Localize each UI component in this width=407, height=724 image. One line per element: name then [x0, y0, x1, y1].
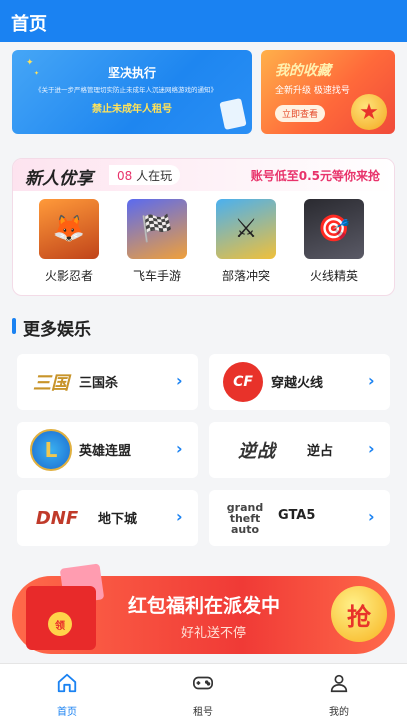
- tab-label: 租号: [193, 707, 213, 718]
- naruto-icon: 🦊: [39, 199, 99, 259]
- section-bar: [12, 318, 16, 334]
- clash-icon: ⚔: [216, 199, 276, 259]
- chevron-right-icon: ›: [368, 439, 375, 458]
- notice-warning: 禁止未成年人租号: [92, 104, 172, 115]
- item-name: 三国杀: [79, 376, 119, 391]
- tab-label: 我的: [329, 707, 349, 718]
- notice-banner[interactable]: ✦ ✦ 坚决执行 《关于进一步严格管理切实防止未成年人沉迷网络游戏的通知》 禁止…: [12, 50, 252, 134]
- game-name: 部落冲突: [221, 269, 270, 283]
- page-title: 首页: [11, 14, 47, 35]
- item-lol[interactable]: L 英雄连盟 ›: [17, 422, 198, 478]
- game-item-naruto[interactable]: 🦊 火影忍者: [29, 199, 109, 284]
- playing-suffix: 人在玩: [136, 169, 173, 183]
- item-name: 逆占: [307, 444, 334, 459]
- favorites-subtitle: 全新升级 极速找号: [275, 86, 350, 96]
- tab-rent[interactable]: 租号: [163, 672, 243, 718]
- racer-icon: 🏁: [127, 199, 187, 259]
- chevron-right-icon: ›: [176, 439, 183, 458]
- game-name: 火线精英: [309, 269, 358, 283]
- game-name: 飞车手游: [132, 269, 181, 283]
- item-dnf[interactable]: DNF 地下城 ›: [17, 490, 198, 546]
- notice-subtitle: 《关于进一步严格管理切实防止未成年人沉迷网络游戏的通知》: [35, 86, 217, 94]
- item-sanguosha[interactable]: 三国 三国杀 ›: [17, 354, 198, 410]
- favorites-banner[interactable]: 我的收藏 全新升级 极速找号 立即查看 ★: [261, 50, 395, 134]
- section-label: 更多娱乐: [23, 320, 91, 340]
- coin-icon: 领: [48, 612, 72, 636]
- item-name: 地下城: [98, 512, 138, 527]
- item-name: GTA5: [278, 508, 316, 523]
- grab-button[interactable]: 抢: [331, 586, 387, 642]
- game-item-clash[interactable]: ⚔ 部落冲突: [206, 199, 286, 284]
- nizhan-logo: 逆战: [238, 441, 276, 462]
- top-bar: 首页: [0, 0, 407, 42]
- item-gta[interactable]: grand theft auto GTA5 ›: [209, 490, 390, 546]
- item-name: 英雄连盟: [79, 444, 132, 459]
- gamepad-icon: [193, 676, 213, 690]
- new-user-card: 新人优享 08 人在玩 账号低至0.5元等你来抢 🦊 火影忍者 🏁 飞车手游 ⚔…: [12, 158, 395, 296]
- new-user-promo[interactable]: 账号低至0.5元等你来抢: [251, 167, 380, 184]
- chevron-right-icon: ›: [368, 371, 375, 390]
- tab-home[interactable]: 首页: [27, 672, 107, 718]
- lol-logo: L: [25, 429, 77, 471]
- playing-badge: 08 人在玩: [109, 165, 181, 185]
- item-nizhan[interactable]: 逆战 逆占 ›: [209, 422, 390, 478]
- favorites-title: 我的收藏: [275, 63, 331, 79]
- bottom-tab-bar: 首页 租号 我的: [0, 663, 407, 724]
- game-item-soldier[interactable]: 🎯 火线精英: [294, 199, 374, 284]
- game-name: 火影忍者: [44, 269, 93, 283]
- dnf-logo: DNF: [35, 507, 79, 529]
- favorites-view-button[interactable]: 立即查看: [275, 105, 326, 122]
- playing-count: 08: [117, 169, 133, 183]
- gta-logo: grand theft auto: [226, 500, 264, 536]
- notice-title: 坚决执行: [107, 66, 156, 80]
- red-banner-subtitle: 好礼送不停: [181, 626, 247, 641]
- new-user-title: 新人优享: [25, 169, 93, 189]
- chevron-right-icon: ›: [368, 507, 375, 526]
- chevron-right-icon: ›: [176, 371, 183, 390]
- item-name: 穿越火线: [271, 376, 324, 391]
- red-banner-title: 红包福利在派发中: [128, 595, 281, 617]
- chevron-right-icon: ›: [176, 507, 183, 526]
- soldier-icon: 🎯: [304, 199, 364, 259]
- user-icon: [330, 674, 348, 693]
- game-item-racer[interactable]: 🏁 飞车手游: [117, 199, 197, 284]
- star-icon: ★: [351, 94, 387, 130]
- crossfire-logo: CF: [217, 362, 269, 402]
- item-crossfire[interactable]: CF 穿越火线 ›: [209, 354, 390, 410]
- red-packet-banner[interactable]: 领 红包福利在派发中 好礼送不停 抢: [12, 563, 395, 654]
- home-icon: [57, 673, 77, 693]
- tab-mine[interactable]: 我的: [299, 672, 379, 718]
- sanguosha-logo: 三国: [33, 373, 69, 394]
- tab-label: 首页: [57, 707, 77, 718]
